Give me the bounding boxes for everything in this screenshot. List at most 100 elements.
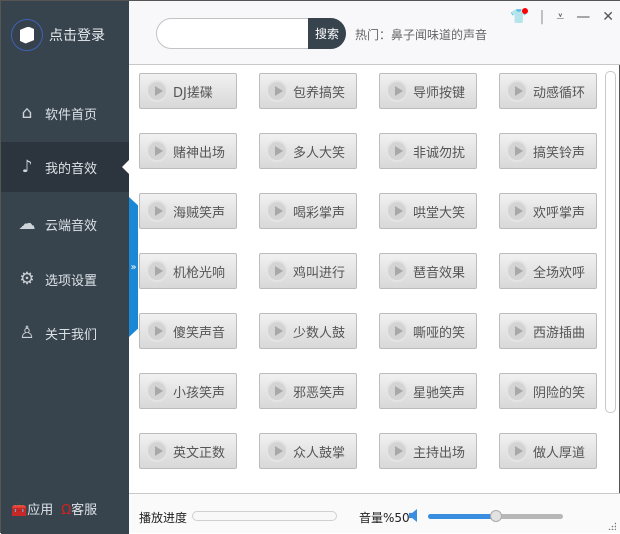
sound-label: 非诚勿扰 <box>413 145 466 161</box>
sidebar-item-my-sounds[interactable]: ♪ 我的音效 <box>1 142 129 192</box>
sound-button[interactable]: 喝彩掌声 <box>259 193 357 229</box>
play-icon <box>386 440 408 462</box>
sound-button[interactable]: 多人大笑 <box>259 133 357 169</box>
sound-button[interactable]: 主持出场 <box>379 433 477 469</box>
sound-label: 全场欢呼 <box>533 265 586 281</box>
apps-button[interactable]: 🧰应用 <box>11 499 53 518</box>
sound-button[interactable]: 搞笑铃声 <box>499 133 597 169</box>
music-monitor-icon: ♪ <box>21 157 33 177</box>
sound-label: 邪恶笑声 <box>293 385 346 401</box>
volume-fill <box>428 514 496 519</box>
play-icon <box>266 140 288 162</box>
sound-button[interactable]: 做人厚道 <box>499 433 597 469</box>
sound-button[interactable]: 少数人鼓 <box>259 313 357 349</box>
sound-button[interactable]: 全场欢呼 <box>499 253 597 289</box>
sound-button[interactable]: 哄堂大笑 <box>379 193 477 229</box>
sound-button[interactable]: 非诚勿扰 <box>379 133 477 169</box>
sound-label: 琶音效果 <box>413 265 466 281</box>
close-button[interactable]: ✕ <box>602 9 614 25</box>
sound-label: 星驰笑声 <box>413 385 466 401</box>
sidebar: 点击登录 ⌂ 软件首页 ♪ 我的音效 ☁ 云端音效 ⚙ 选项设置 ♙ 关于我们 🧰应用 Ω… <box>1 1 129 534</box>
sound-button[interactable]: 嘶哑的笑 <box>379 313 477 349</box>
sound-button[interactable]: 西游插曲 <box>499 313 597 349</box>
sound-button[interactable]: 众人鼓掌 <box>259 433 357 469</box>
play-icon <box>146 380 168 402</box>
sidebar-footer: 🧰应用 Ω客服 <box>11 499 97 518</box>
sound-label: 做人厚道 <box>533 445 586 461</box>
play-icon <box>386 320 408 342</box>
sound-button[interactable]: 鸡叫进行 <box>259 253 357 289</box>
hot-search-link[interactable]: 热门：鼻子闻味道的声音 <box>355 26 487 43</box>
service-button[interactable]: Ω客服 <box>61 499 97 518</box>
play-icon <box>506 440 528 462</box>
sound-button[interactable]: 动感循环 <box>499 73 597 109</box>
resize-grip[interactable] <box>608 522 616 530</box>
sound-label: 哄堂大笑 <box>413 205 466 221</box>
sound-button[interactable]: 小孩笑声 <box>139 373 237 409</box>
sound-button[interactable]: 英文正数 <box>139 433 237 469</box>
play-icon <box>506 140 528 162</box>
login-label: 点击登录 <box>49 28 105 44</box>
player-bar: 播放进度 音量%50 <box>129 493 620 533</box>
play-icon <box>386 200 408 222</box>
gear-icon: ⚙ <box>19 269 35 289</box>
sound-label: 欢呼掌声 <box>533 205 586 221</box>
sidebar-item-settings[interactable]: ⚙ 选项设置 <box>1 254 129 304</box>
service-label: 客服 <box>71 503 98 518</box>
search-input[interactable] <box>167 19 317 48</box>
minimize-button[interactable]: — <box>576 9 590 25</box>
logo-icon <box>11 19 43 51</box>
sidebar-item-label: 软件首页 <box>45 107 98 123</box>
volume-knob[interactable] <box>489 510 502 522</box>
sidebar-item-about[interactable]: ♙ 关于我们 <box>1 308 129 358</box>
sound-label: 导师按键 <box>413 85 466 101</box>
sound-button[interactable]: 欢呼掌声 <box>499 193 597 229</box>
sound-label: 喝彩掌声 <box>293 205 346 221</box>
sound-button[interactable]: 机枪光响 <box>139 253 237 289</box>
close-icon: ✕ <box>602 9 614 25</box>
play-icon <box>146 440 168 462</box>
play-icon <box>506 320 528 342</box>
sound-button[interactable]: 导师按键 <box>379 73 477 109</box>
login-button[interactable]: 点击登录 <box>11 19 105 51</box>
search-button[interactable]: 搜索 <box>308 18 346 49</box>
play-icon <box>146 80 168 102</box>
skin-button[interactable]: 👕 <box>510 8 529 25</box>
sound-button[interactable]: 邪恶笑声 <box>259 373 357 409</box>
sound-label: 西游插曲 <box>533 325 586 341</box>
speaker-icon[interactable] <box>409 509 417 522</box>
sound-button[interactable]: 傻笑声音 <box>139 313 237 349</box>
app-window: 点击登录 ⌂ 软件首页 ♪ 我的音效 ☁ 云端音效 ⚙ 选项设置 ♙ 关于我们 🧰应用 Ω… <box>0 0 620 534</box>
sound-label: 傻笑声音 <box>173 325 226 341</box>
sound-label: 小孩笑声 <box>173 385 226 401</box>
window-controls: 👕 | ⩡ — ✕ <box>510 8 614 25</box>
sound-label: 海贼笑声 <box>173 205 226 221</box>
volume-slider[interactable] <box>428 510 563 522</box>
sound-button[interactable]: 琶音效果 <box>379 253 477 289</box>
sound-button[interactable]: DJ搓碟 <box>139 73 237 109</box>
headset-icon: Ω <box>61 503 72 518</box>
volume-label: 音量%50 <box>359 511 410 525</box>
sound-button[interactable]: 海贼笑声 <box>139 193 237 229</box>
cloud-download-icon: ☁ <box>18 214 36 234</box>
sidebar-item-cloud[interactable]: ☁ 云端音效 <box>1 199 129 249</box>
sound-label: 多人大笑 <box>293 145 346 161</box>
sound-button[interactable]: 赌神出场 <box>139 133 237 169</box>
sound-button[interactable]: 包养搞笑 <box>259 73 357 109</box>
toolbox-icon: 🧰 <box>11 503 28 518</box>
sound-button[interactable]: 阴险的笑 <box>499 373 597 409</box>
sound-label: 机枪光响 <box>173 265 226 281</box>
sound-label: 嘶哑的笑 <box>413 325 466 341</box>
progress-bar[interactable] <box>192 511 337 521</box>
progress-label: 播放进度 <box>139 511 188 525</box>
sidebar-item-label: 云端音效 <box>45 218 98 234</box>
menu-button[interactable]: ⩡ <box>556 9 564 25</box>
sound-button[interactable]: 星驰笑声 <box>379 373 477 409</box>
sound-label: 主持出场 <box>413 445 466 461</box>
play-icon <box>506 380 528 402</box>
scrollbar[interactable] <box>605 71 616 413</box>
collapse-sidebar-handle[interactable]: » <box>129 197 138 337</box>
play-icon <box>266 260 288 282</box>
play-icon <box>506 80 528 102</box>
sidebar-item-home[interactable]: ⌂ 软件首页 <box>1 88 129 138</box>
